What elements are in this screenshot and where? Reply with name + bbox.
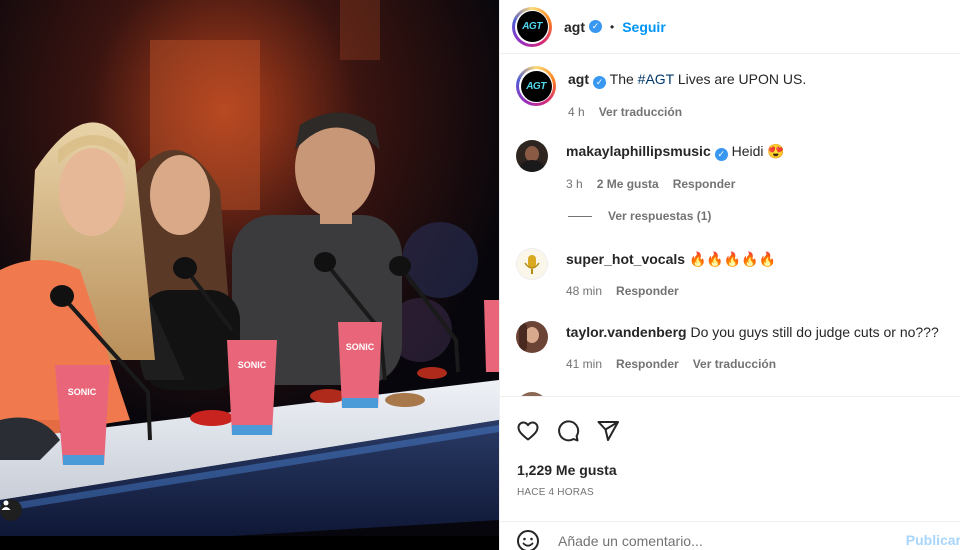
caption-text-suffix: Lives are UPON US. bbox=[673, 71, 807, 87]
photo-cup-label: SONIC bbox=[346, 342, 375, 352]
post-photo[interactable]: SONIC SONIC SONIC bbox=[0, 0, 499, 550]
photo-cup-label: SONIC bbox=[238, 360, 267, 370]
commenter-avatar[interactable] bbox=[516, 248, 548, 280]
comment-item: makaylaphillipsmusic ✓ Heidi 😍 3 h 2 Me g… bbox=[516, 140, 785, 193]
microphone-avatar-icon bbox=[524, 255, 540, 274]
comment-likes[interactable]: 2 Me gusta bbox=[597, 175, 659, 193]
like-count[interactable]: 1,229 Me gusta bbox=[517, 462, 617, 478]
commenter-avatar[interactable] bbox=[516, 321, 548, 353]
comment-icon[interactable] bbox=[556, 419, 580, 443]
post-timestamp: HACE 4 HORAS bbox=[517, 487, 594, 498]
add-comment-bar: Publicar bbox=[500, 521, 960, 550]
comment-text: 🔥🔥🔥🔥🔥 bbox=[688, 251, 777, 267]
follow-button[interactable]: Seguir bbox=[622, 19, 666, 35]
photo-bottom-bar bbox=[0, 536, 499, 550]
translate-link[interactable]: Ver traducción bbox=[693, 355, 776, 373]
comment-item: super_hot_vocals 🔥🔥🔥🔥🔥 48 min Responder bbox=[516, 248, 776, 300]
commenter-avatar[interactable] bbox=[516, 140, 548, 172]
comment-input[interactable] bbox=[558, 532, 918, 549]
verified-badge-icon: ✓ bbox=[714, 147, 728, 161]
comment-item: taylor.vandenberg Do you guys still do j… bbox=[516, 321, 939, 373]
comment-username[interactable]: super_hot_vocals bbox=[566, 251, 685, 267]
replies-line bbox=[568, 215, 592, 217]
comment-text: Heidi 😍 bbox=[731, 143, 785, 159]
caption-avatar[interactable]: AGT bbox=[516, 66, 556, 106]
agt-logo: AGT bbox=[520, 70, 552, 102]
caption-username[interactable]: agt bbox=[568, 71, 589, 87]
comment-time[interactable]: 3 h bbox=[566, 175, 583, 193]
verified-badge-icon: ✓ bbox=[589, 20, 602, 33]
hashtag-link[interactable]: #AGT bbox=[638, 71, 674, 87]
judges-photo: SONIC SONIC SONIC bbox=[0, 0, 499, 550]
comment-username[interactable]: makaylaphillipsmusic bbox=[566, 143, 711, 159]
reply-button[interactable]: Responder bbox=[673, 175, 736, 193]
caption-text-prefix: The bbox=[609, 71, 638, 87]
verified-badge-icon: ✓ bbox=[593, 75, 606, 89]
post-side-panel: AGT agt ✓ • Seguir AGT agt ✓ The #AGT Liv… bbox=[499, 0, 960, 550]
author-avatar[interactable]: AGT bbox=[512, 6, 552, 47]
publish-button[interactable]: Publicar bbox=[906, 532, 960, 548]
author-username[interactable]: agt bbox=[564, 19, 585, 35]
separator-dot: • bbox=[610, 19, 615, 34]
reply-button[interactable]: Responder bbox=[616, 282, 679, 300]
user-tag-icon bbox=[1, 500, 11, 510]
emoji-icon[interactable] bbox=[516, 529, 540, 550]
post-actions: 1,229 Me gusta HACE 4 HORAS bbox=[500, 396, 960, 508]
photo-cup-label: SONIC bbox=[68, 387, 97, 397]
caption-time[interactable]: 4 h bbox=[568, 103, 585, 121]
comment-time[interactable]: 48 min bbox=[566, 282, 602, 300]
reply-button[interactable]: Responder bbox=[616, 355, 679, 373]
comments-list[interactable]: AGT agt ✓ The #AGT Lives are UPON US. 4 h… bbox=[500, 54, 960, 396]
translate-link[interactable]: Ver traducción bbox=[599, 103, 682, 121]
share-icon[interactable] bbox=[596, 419, 620, 443]
agt-logo: AGT bbox=[516, 11, 548, 42]
tagged-user-button[interactable] bbox=[0, 499, 22, 521]
comment-text: Do you guys still do judge cuts or no??? bbox=[690, 324, 939, 340]
caption: AGT agt ✓ The #AGT Lives are UPON US. 4 h… bbox=[516, 66, 806, 121]
comment-username[interactable]: taylor.vandenberg bbox=[566, 324, 687, 340]
comment-time[interactable]: 41 min bbox=[566, 355, 602, 373]
heart-icon[interactable] bbox=[516, 419, 540, 443]
view-replies-label: Ver respuestas (1) bbox=[608, 209, 712, 223]
view-replies-button[interactable]: Ver respuestas (1) bbox=[568, 209, 711, 223]
post-header: AGT agt ✓ • Seguir bbox=[500, 0, 960, 54]
